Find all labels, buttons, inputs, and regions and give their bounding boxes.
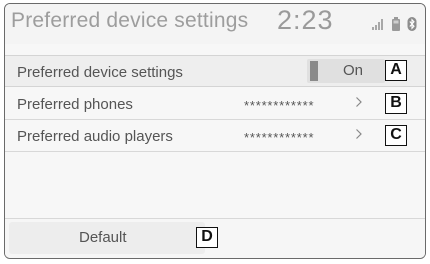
row-label: Preferred audio players (17, 128, 173, 145)
footer-bar: Default D (5, 218, 425, 258)
preferred-audio-players-row[interactable]: Preferred audio players ************ C (5, 120, 425, 152)
clock: 2:23 (277, 5, 334, 35)
signal-icon (372, 19, 383, 30)
header-bar: Preferred device settings 2:23 (5, 4, 425, 44)
default-button-label: Default (79, 229, 127, 246)
preferred-phones-row[interactable]: Preferred phones ************ B (5, 88, 425, 120)
page-title: Preferred device settings (11, 9, 249, 32)
callout-a: A (385, 60, 407, 81)
toggle-indicator (310, 61, 318, 81)
callout-c: C (385, 125, 407, 146)
battery-icon (392, 17, 400, 31)
row-label: Preferred device settings (17, 64, 183, 81)
row-label: Preferred phones (17, 96, 133, 113)
status-icons (371, 17, 419, 31)
toggle-state-label: On (343, 62, 364, 79)
preferred-device-settings-row[interactable]: Preferred device settings On A (5, 55, 425, 87)
preferred-device-settings-toggle[interactable]: On (307, 59, 385, 83)
default-button[interactable]: Default (9, 222, 205, 254)
callout-d: D (196, 227, 218, 248)
chevron-right-icon (356, 97, 362, 107)
bluetooth-icon (407, 17, 417, 31)
chevron-right-icon (356, 129, 362, 139)
callout-b: B (385, 93, 407, 114)
screen-frame: Preferred device settings 2:23 Preferred… (4, 3, 426, 259)
masked-value: ************ (244, 98, 315, 113)
masked-value: ************ (244, 130, 315, 145)
